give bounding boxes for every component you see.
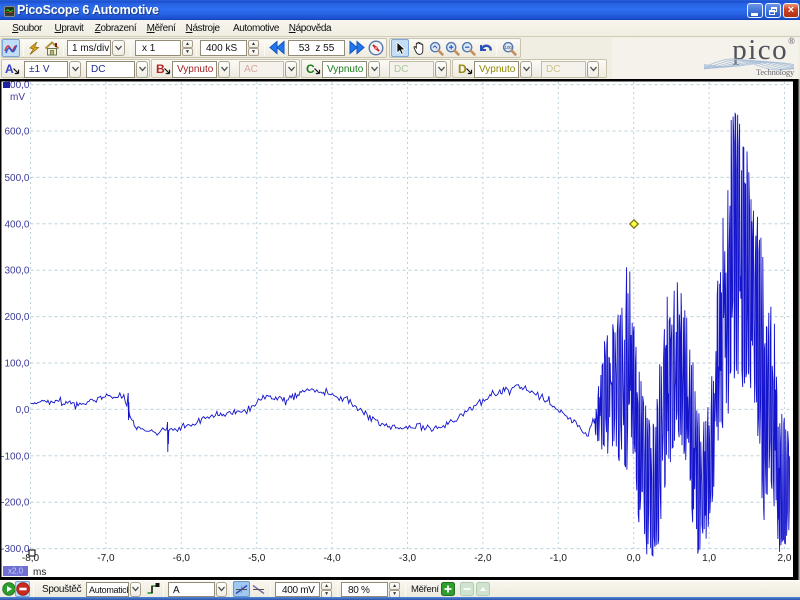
svg-text:-200,0: -200,0 xyxy=(1,498,30,509)
svg-text:600,0: 600,0 xyxy=(4,127,29,138)
svg-text:-6,0: -6,0 xyxy=(173,553,191,564)
svg-text:-2,0: -2,0 xyxy=(474,553,492,564)
svg-text:400,0: 400,0 xyxy=(4,219,29,230)
svg-text:-1,0: -1,0 xyxy=(550,553,568,564)
svg-text:0,0: 0,0 xyxy=(16,405,30,416)
svg-text:ms: ms xyxy=(33,567,46,578)
svg-text:-100,0: -100,0 xyxy=(1,451,30,462)
svg-text:-4,0: -4,0 xyxy=(323,553,341,564)
svg-text:2,0: 2,0 xyxy=(778,553,792,564)
svg-text:mV: mV xyxy=(10,92,25,103)
svg-text:1,0: 1,0 xyxy=(702,553,716,564)
svg-text:100: 100 xyxy=(504,45,512,50)
svg-text:100,0: 100,0 xyxy=(4,359,29,370)
svg-text:-7,0: -7,0 xyxy=(97,553,115,564)
svg-text:200,0: 200,0 xyxy=(4,312,29,323)
svg-text:-3,0: -3,0 xyxy=(399,553,417,564)
svg-text:0,0: 0,0 xyxy=(627,553,641,564)
svg-text:500,0: 500,0 xyxy=(4,173,29,184)
svg-text:300,0: 300,0 xyxy=(4,266,29,277)
svg-text:-5,0: -5,0 xyxy=(248,553,266,564)
svg-text:x2,0: x2,0 xyxy=(8,567,24,576)
